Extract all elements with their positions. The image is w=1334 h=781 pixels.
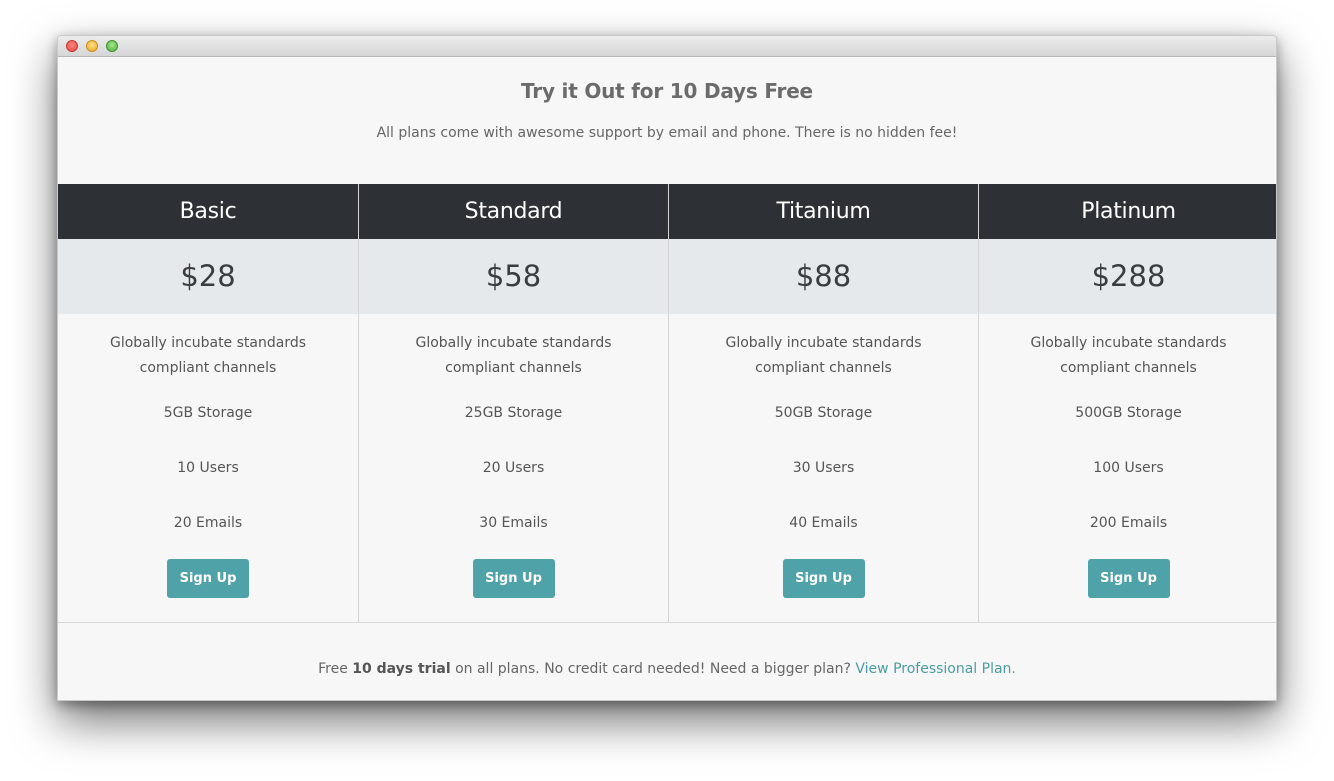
sign-up-button-platinum[interactable]: Sign Up — [1087, 559, 1170, 598]
plan-users: 20 Users — [482, 460, 545, 476]
plan-name: Basic — [58, 184, 358, 239]
plan-description: Globally incubate standards compliant ch… — [1030, 335, 1227, 376]
plan-name: Platinum — [979, 184, 1276, 239]
zoom-window-button[interactable] — [106, 40, 118, 52]
plan-storage: 500GB Storage — [1075, 405, 1182, 421]
plan-column-standard: Standard $58 Globally incubate standards… — [359, 184, 669, 622]
plan-price: $288 — [979, 239, 1276, 314]
plan-price: $58 — [359, 239, 668, 314]
plan-users: 100 Users — [1093, 460, 1164, 476]
footer-text-middle: on all plans. No credit card needed! Nee… — [450, 661, 856, 677]
plan-column-platinum: Platinum $288 Globally incubate standard… — [979, 184, 1276, 622]
plan-storage: 5GB Storage — [163, 405, 253, 421]
plan-storage: 25GB Storage — [464, 405, 563, 421]
plan-price: $28 — [58, 239, 358, 314]
plan-name: Standard — [359, 184, 668, 239]
footer-trial-highlight: 10 days trial — [352, 661, 451, 677]
plan-description: Globally incubate standards compliant ch… — [725, 335, 922, 376]
sign-up-button-standard[interactable]: Sign Up — [472, 559, 555, 598]
plan-users: 10 Users — [177, 460, 239, 476]
plan-features: Globally incubate standards compliant ch… — [669, 314, 978, 622]
plan-features: Globally incubate standards compliant ch… — [979, 314, 1276, 622]
plan-storage: 50GB Storage — [774, 405, 873, 421]
plan-emails: 200 Emails — [1089, 515, 1168, 531]
pricing-footer: Free 10 days trial on all plans. No cred… — [58, 623, 1276, 677]
plan-features: Globally incubate standards compliant ch… — [359, 314, 668, 622]
page-subtitle: All plans come with awesome support by e… — [376, 125, 958, 141]
sign-up-button-basic[interactable]: Sign Up — [167, 559, 249, 598]
footer-text-prefix: Free — [318, 661, 353, 677]
plan-description: Globally incubate standards compliant ch… — [415, 335, 612, 376]
plan-description: Globally incubate standards compliant ch… — [109, 335, 307, 376]
view-professional-plan-link[interactable]: View Professional Plan. — [855, 661, 1016, 677]
plan-column-basic: Basic $28 Globally incubate standards co… — [58, 184, 359, 622]
sign-up-button-titanium[interactable]: Sign Up — [782, 559, 865, 598]
plan-column-titanium: Titanium $88 Globally incubate standards… — [669, 184, 979, 622]
pricing-table: Basic $28 Globally incubate standards co… — [58, 184, 1276, 623]
plan-features: Globally incubate standards compliant ch… — [58, 314, 358, 622]
plan-emails: 30 Emails — [479, 515, 548, 531]
browser-window: Try it Out for 10 Days Free All plans co… — [57, 35, 1277, 701]
plan-emails: 20 Emails — [173, 515, 243, 531]
plan-name: Titanium — [669, 184, 978, 239]
minimize-window-button[interactable] — [86, 40, 98, 52]
plan-emails: 40 Emails — [789, 515, 858, 531]
page-title: Try it Out for 10 Days Free — [521, 79, 813, 103]
pricing-header: Try it Out for 10 Days Free All plans co… — [58, 57, 1276, 184]
close-window-button[interactable] — [66, 40, 78, 52]
plan-price: $88 — [669, 239, 978, 314]
plan-users: 30 Users — [792, 460, 855, 476]
window-titlebar — [58, 36, 1276, 57]
